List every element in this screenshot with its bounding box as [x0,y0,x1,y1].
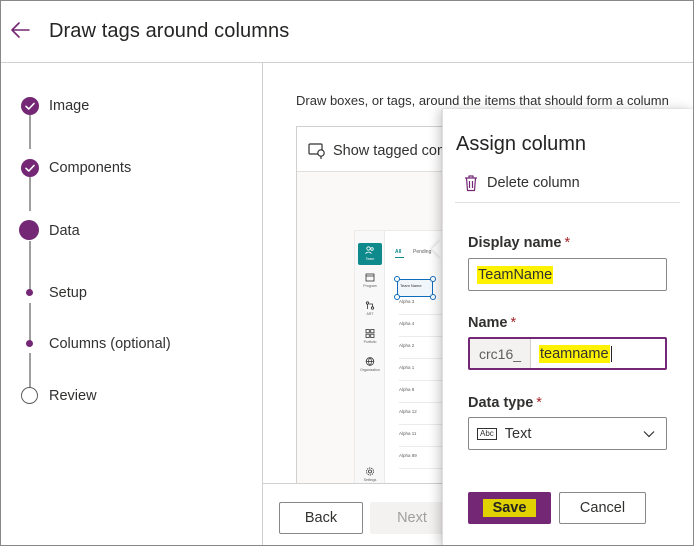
app-frame: Draw tags around columns Image Component… [0,0,694,546]
display-name-label: Display name * [468,235,570,251]
resize-handle[interactable] [430,294,436,300]
preview-tab-pending: Pending [413,249,432,255]
preview-rail-organization: Organization [358,357,382,372]
preview-rail-label: ART [366,312,374,316]
preview-rail-team: Team [358,243,382,265]
step-label: Components [49,160,132,176]
step-complete-marker [21,159,39,177]
globe-icon [365,357,375,366]
name-value-container[interactable]: teamname [531,339,612,368]
step-review[interactable]: Review [1,385,263,409]
text-cursor [610,345,612,362]
back-arrow-icon[interactable] [9,19,31,41]
resize-handle[interactable] [430,276,436,282]
save-button[interactable]: Save [468,492,551,524]
step-complete-marker [21,97,39,115]
check-icon [25,102,35,110]
step-data[interactable]: Data [1,220,263,244]
resize-handle[interactable] [394,294,400,300]
text-type-icon: Abc [477,427,497,440]
people-icon [365,246,374,255]
step-label: Image [49,98,90,114]
pane-title: Assign column [456,133,587,155]
trash-icon [465,175,477,192]
chevron-down-icon [643,431,655,438]
wizard-stepper: Image Components Data Setup Columns (opt… [1,63,263,545]
preview-tab-all: All [395,249,402,255]
preview-rail-settings: Settings [358,467,382,482]
display-name-label-text: Display name [468,235,562,251]
page-header: Draw tags around columns [1,1,693,63]
step-label: Data [49,223,80,239]
step-label: Review [49,388,97,404]
step-image[interactable]: Image [1,95,263,119]
substep-marker [26,340,33,347]
step-label: Setup [49,285,87,301]
back-button[interactable]: Back [279,502,363,534]
gear-icon [366,467,374,476]
display-name-value: TeamName [477,265,554,284]
required-marker: * [536,395,542,411]
tagged-text: Team Name [400,283,422,288]
required-marker: * [564,235,571,251]
step-connector [29,177,31,211]
preview-rail-label: Portfolio [363,340,377,344]
data-type-label: Data type * [468,395,542,411]
name-input[interactable]: crc16_ teamname [468,337,667,370]
preview-rail-program: Program [358,273,382,288]
preview-rail-label: Settings [363,478,377,482]
publisher-prefix: crc16_ [470,339,531,368]
preview-rail-art: ART [358,301,382,316]
pane-pointer [432,239,442,259]
check-icon [25,164,35,172]
data-type-value: Text [504,425,532,442]
grid-icon [365,329,375,338]
data-type-dropdown[interactable]: Abc Text [468,417,667,450]
cancel-button[interactable]: Cancel [559,492,646,524]
preview-rail-label: Organization [360,368,380,372]
preview-tab-indicator [395,257,404,258]
step-upcoming-marker [21,387,38,404]
assign-column-pane: Assign column Delete column Display name… [442,109,693,545]
step-columns-optional[interactable]: Columns (optional) [1,333,263,357]
preview-nav-rail: Team Program ART Portfolio Organization … [355,231,385,497]
page-title: Draw tags around columns [49,20,290,42]
step-setup[interactable]: Setup [1,282,263,306]
required-marker: * [510,315,517,331]
name-label-text: Name [468,315,508,331]
step-current-marker [19,220,39,240]
box-icon [365,273,375,282]
display-name-input[interactable]: TeamName [468,258,667,291]
delete-column-button[interactable]: Delete column [463,172,580,194]
name-value: teamname [539,344,610,363]
step-connector [29,115,31,149]
preview-rail-label: Team [365,257,375,261]
data-type-label-text: Data type [468,395,534,411]
branch-icon [365,301,375,310]
instruction-text: Draw boxes, or tags, around the items th… [296,93,669,108]
substep-marker [26,289,33,296]
step-components[interactable]: Components [1,157,263,181]
app-screenshot-preview: Team Program ART Portfolio Organization … [354,230,452,497]
preview-rail-label: Program [363,284,377,288]
column-tag-box[interactable]: Team Name [394,276,436,300]
step-label: Columns (optional) [49,336,171,352]
preview-rail-portfolio: Portfolio [358,329,382,344]
resize-handle[interactable] [394,276,400,282]
divider [455,202,680,203]
delete-column-label: Delete column [487,175,580,191]
save-label: Save [482,499,537,517]
step-connector [29,353,31,389]
name-label: Name * [468,315,516,331]
tag-view-icon [308,143,325,159]
